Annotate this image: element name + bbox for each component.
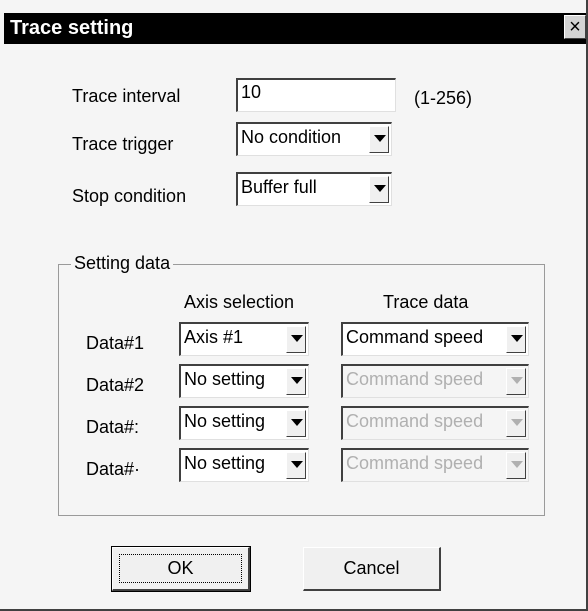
axis-select[interactable]: No setting xyxy=(179,364,309,398)
trace-data-select: Command speed xyxy=(341,364,529,398)
chevron-down-icon[interactable] xyxy=(286,410,306,437)
trace-data-value: Command speed xyxy=(346,327,484,347)
setting-data-legend: Setting data xyxy=(71,253,174,274)
axis-select-value: Axis #1 xyxy=(184,327,244,347)
axis-select[interactable]: No setting xyxy=(179,448,309,482)
trace-data-value: Command speed xyxy=(346,411,484,431)
trace-data-select: Command speed xyxy=(341,406,529,440)
chevron-down-icon[interactable] xyxy=(506,326,526,353)
chevron-down-icon xyxy=(506,368,526,395)
trace-data-header: Trace data xyxy=(383,292,469,312)
chevron-down-icon[interactable] xyxy=(286,452,306,479)
chevron-down-icon[interactable] xyxy=(286,368,306,395)
trace-interval-input[interactable]: 10 xyxy=(236,78,396,112)
trace-data-value: Command speed xyxy=(346,453,484,473)
data-row-label: Data#: xyxy=(86,417,140,437)
data-row-label: Data#· xyxy=(86,459,141,479)
axis-select[interactable]: No setting xyxy=(179,406,309,440)
trace-data-select[interactable]: Command speed xyxy=(341,322,529,356)
chevron-down-icon xyxy=(506,410,526,437)
axis-selection-header: Axis selection xyxy=(184,292,295,312)
trace-trigger-label: Trace trigger xyxy=(72,134,174,154)
trace-interval-range: (1-256) xyxy=(414,88,473,108)
cancel-label: Cancel xyxy=(343,558,400,578)
axis-select-value: No setting xyxy=(184,369,266,389)
dialog-title: Trace setting xyxy=(10,17,134,39)
trace-trigger-select[interactable]: No condition xyxy=(236,122,392,156)
trace-interval-label: Trace interval xyxy=(72,86,181,106)
chevron-down-icon[interactable] xyxy=(286,326,306,353)
axis-select-value: No setting xyxy=(184,411,266,431)
cancel-button[interactable]: Cancel xyxy=(303,547,441,591)
data-row-label: Data#1 xyxy=(86,333,145,353)
chevron-down-icon[interactable] xyxy=(369,126,389,153)
data-row-label: Data#2 xyxy=(86,375,145,395)
title-bar[interactable]: Trace setting × xyxy=(4,13,586,44)
stop-condition-select[interactable]: Buffer full xyxy=(236,172,392,206)
focus-ring xyxy=(119,554,242,583)
trace-data-select: Command speed xyxy=(341,448,529,482)
axis-select[interactable]: Axis #1 xyxy=(179,322,309,356)
trace-trigger-value: No condition xyxy=(241,127,342,147)
chevron-down-icon xyxy=(506,452,526,479)
trace-data-value: Command speed xyxy=(346,369,484,389)
trace-setting-dialog: Trace setting × Trace interval 10 (1-256… xyxy=(0,0,588,611)
stop-condition-label: Stop condition xyxy=(72,186,187,206)
ok-button[interactable]: OK xyxy=(111,546,251,592)
chevron-down-icon[interactable] xyxy=(369,176,389,203)
stop-condition-value: Buffer full xyxy=(241,177,317,197)
axis-select-value: No setting xyxy=(184,453,266,473)
close-icon[interactable]: × xyxy=(564,15,586,39)
